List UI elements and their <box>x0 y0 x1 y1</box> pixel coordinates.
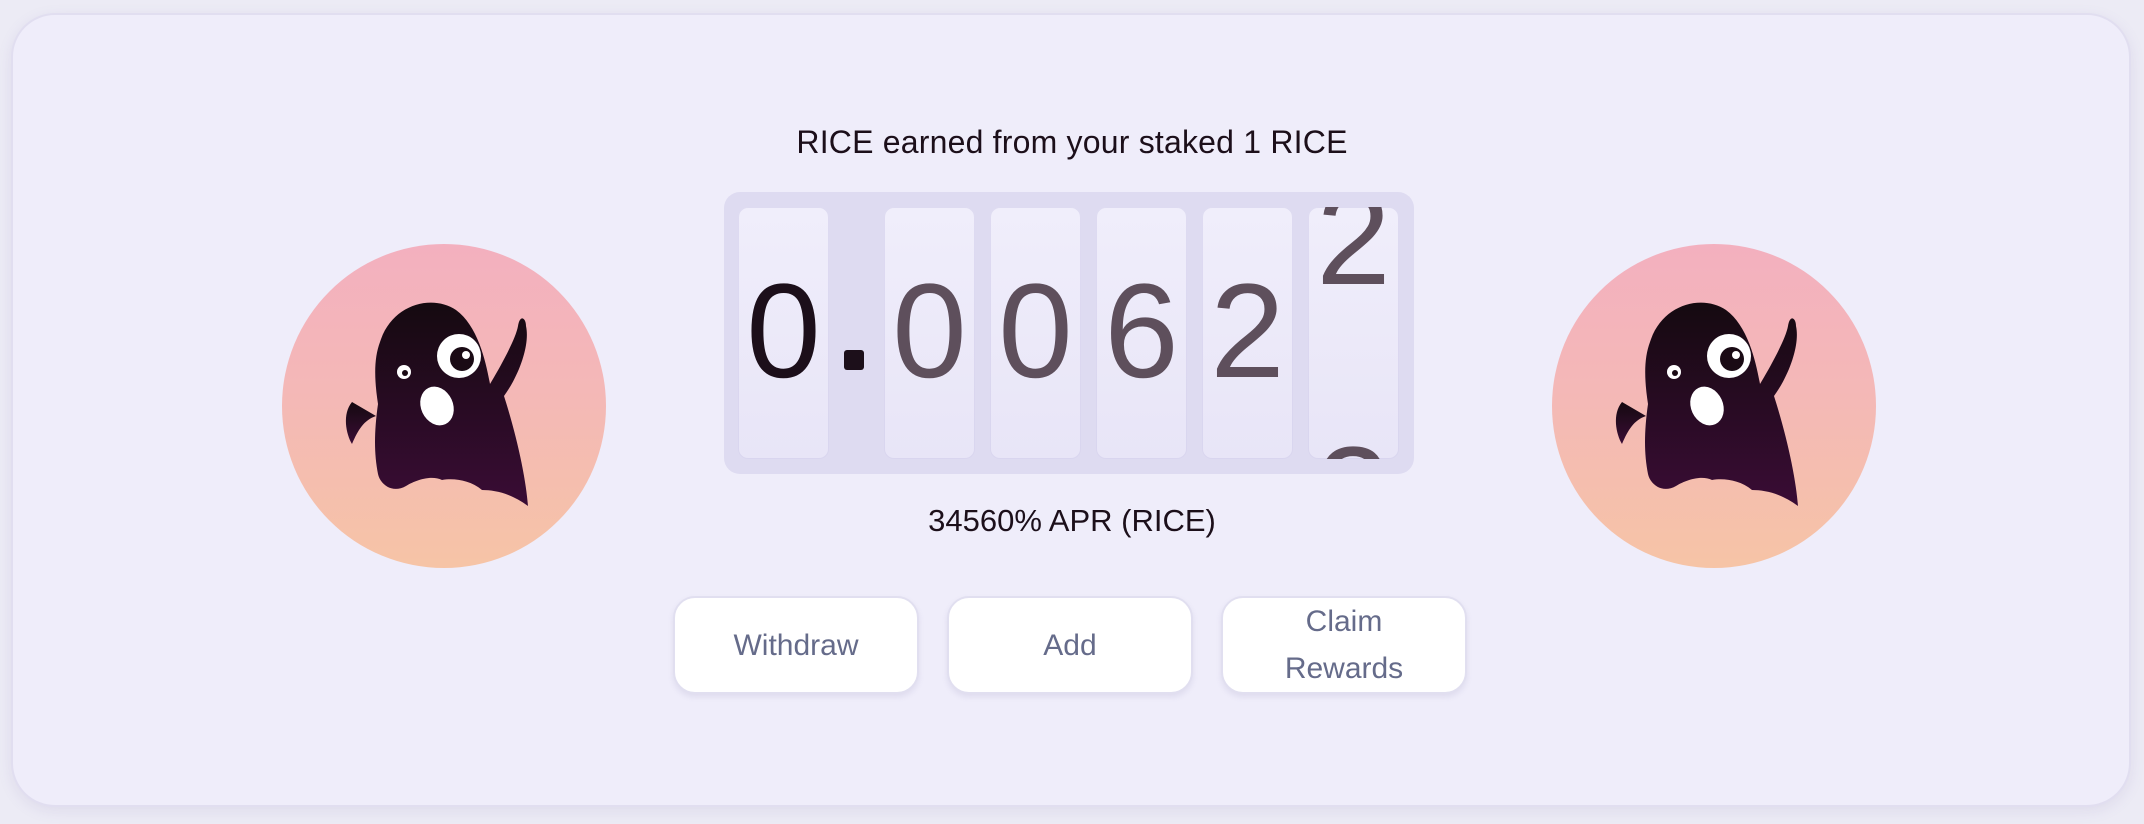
counter-digit-6-rolling: 2 3 <box>1308 207 1399 459</box>
claim-rewards-line-2: Rewards <box>1284 652 1404 685</box>
withdraw-button[interactable]: Withdraw <box>673 596 919 694</box>
add-button[interactable]: Add <box>947 596 1193 694</box>
counter-digit-5: 2 <box>1202 207 1293 459</box>
counter-digit-4: 6 <box>1096 207 1187 459</box>
counter-digit-1: 0 <box>738 207 829 459</box>
decimal-point <box>844 350 864 370</box>
rolling-digit-outgoing: 2 <box>1316 207 1391 313</box>
withdraw-button-label: Withdraw <box>733 628 859 662</box>
counter-digit-3: 0 <box>990 207 1081 459</box>
claim-rewards-line-1: Claim <box>1305 605 1383 638</box>
rewards-counter: 0 0 0 6 2 2 3 <box>724 192 1414 474</box>
counter-digit-2: 0 <box>884 207 975 459</box>
claim-rewards-button-label: Claim Rewards <box>1285 598 1403 692</box>
claim-rewards-button[interactable]: Claim Rewards <box>1221 596 1467 694</box>
apr-label: 34560% APR (RICE) <box>928 503 1216 538</box>
rewards-headline: RICE earned from your staked 1 RICE <box>796 124 1348 160</box>
rolling-digit-incoming: 3 <box>1308 395 1399 459</box>
add-button-label: Add <box>1043 628 1097 662</box>
